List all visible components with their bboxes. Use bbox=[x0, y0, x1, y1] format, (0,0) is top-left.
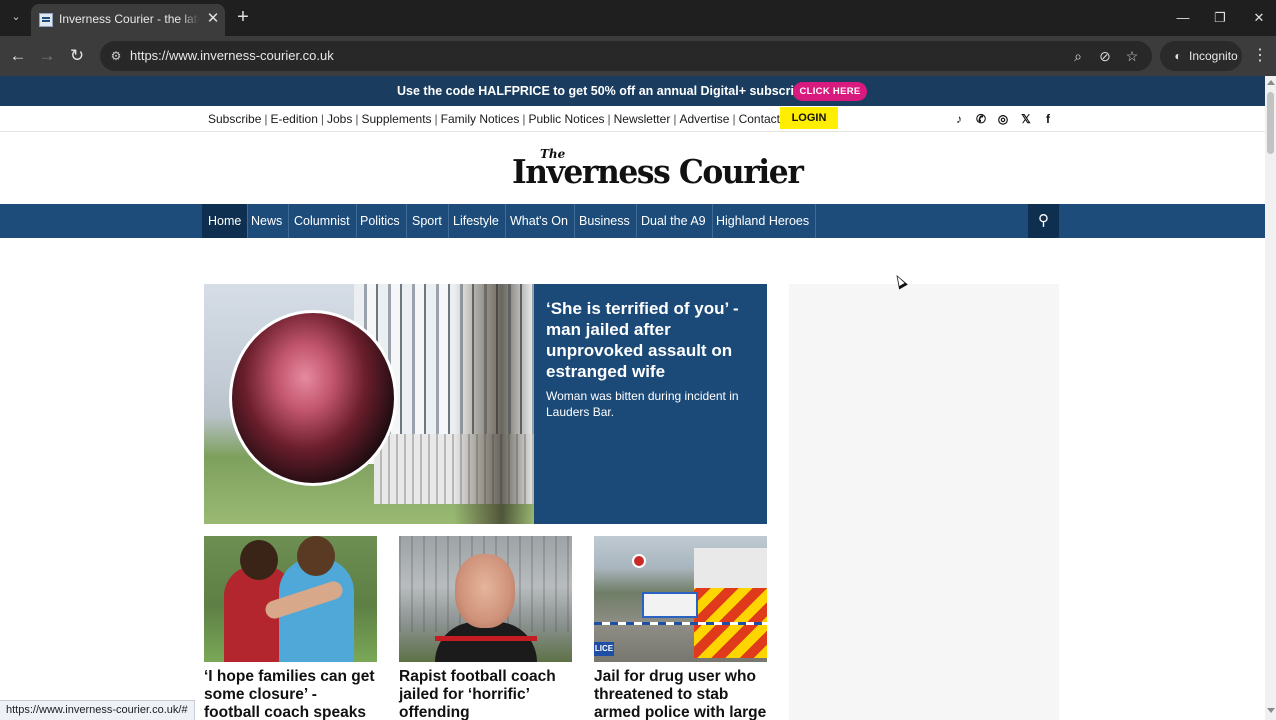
article-card-image[interactable]: LICE bbox=[594, 536, 767, 662]
article-card[interactable]: Rapist football coach jailed for ‘horrif… bbox=[399, 536, 572, 720]
hero-image[interactable] bbox=[204, 284, 534, 524]
browser-menu-icon[interactable]: ⋮ bbox=[1252, 45, 1268, 67]
util-separator: | bbox=[320, 112, 324, 126]
article-card[interactable]: ‘I hope families can get some closure’ -… bbox=[204, 536, 377, 720]
road-sign-graphic bbox=[632, 554, 646, 568]
nav-item-news[interactable]: News bbox=[245, 204, 290, 238]
page-viewport: Use the code HALFPRICE to get 50% off an… bbox=[0, 76, 1265, 720]
back-button[interactable]: ← bbox=[8, 45, 28, 67]
nav-item-business[interactable]: Business bbox=[573, 204, 637, 238]
nav-item-highland-heroes[interactable]: Highland Heroes bbox=[710, 204, 817, 238]
incognito-icon: ◐ bbox=[1174, 49, 1182, 63]
promo-text: Use the code HALFPRICE to get 50% off an… bbox=[397, 84, 825, 98]
util-link-subscribe[interactable]: Subscribe bbox=[208, 112, 261, 126]
tiktok-icon[interactable]: ♪ bbox=[952, 111, 966, 127]
util-separator: | bbox=[607, 112, 611, 126]
util-link-jobs[interactable]: Jobs bbox=[327, 112, 352, 126]
nav-item-politics[interactable]: Politics bbox=[354, 204, 407, 238]
nav-item-whats-on[interactable]: What's On bbox=[504, 204, 575, 238]
article-card-title[interactable]: Rapist football coach jailed for ‘horrif… bbox=[399, 668, 572, 720]
close-window-button[interactable]: ✕ bbox=[1249, 8, 1269, 28]
hero-article[interactable]: ‘She is terrified of you’ - man jailed a… bbox=[204, 284, 767, 524]
ambulance-top-graphic bbox=[694, 548, 767, 588]
head-graphic bbox=[240, 540, 278, 580]
incognito-label: Incognito bbox=[1189, 49, 1238, 63]
util-separator: | bbox=[732, 112, 736, 126]
facebook-icon[interactable]: f bbox=[1041, 111, 1055, 127]
util-link-supplements[interactable]: Supplements bbox=[361, 112, 431, 126]
scroll-down-arrow-icon[interactable] bbox=[1267, 708, 1275, 713]
whatsapp-icon[interactable]: ✆ bbox=[974, 111, 988, 127]
status-bar-url: https://www.inverness-courier.co.uk/# bbox=[0, 700, 195, 720]
hero-portrait bbox=[229, 310, 397, 486]
util-link-contact[interactable]: Contact bbox=[739, 112, 780, 126]
util-separator: | bbox=[522, 112, 526, 126]
page-scrollbar[interactable] bbox=[1265, 76, 1276, 720]
browser-tab-bar: ⌄ Inverness Courier - the latest N ✕ + —… bbox=[0, 0, 1276, 36]
site-logo[interactable]: Inverness Courier bbox=[512, 152, 804, 192]
minimize-button[interactable]: — bbox=[1173, 8, 1193, 28]
incognito-indicator[interactable]: ◐ Incognito bbox=[1160, 41, 1242, 71]
article-card-image[interactable] bbox=[204, 536, 377, 662]
util-link-e-edition[interactable]: E-edition bbox=[271, 112, 318, 126]
util-separator: | bbox=[355, 112, 359, 126]
nav-item-columnist[interactable]: Columnist bbox=[288, 204, 357, 238]
util-link-advertise[interactable]: Advertise bbox=[679, 112, 729, 126]
url-text[interactable]: https://www.inverness-courier.co.uk bbox=[130, 48, 334, 64]
search-icon[interactable]: ⚲ bbox=[1028, 204, 1059, 238]
util-link-newsletter[interactable]: Newsletter bbox=[614, 112, 671, 126]
x-icon[interactable]: 𝕏 bbox=[1019, 111, 1033, 127]
article-card-title[interactable]: Jail for drug user who threatened to sta… bbox=[594, 668, 767, 720]
article-card[interactable]: LICE Jail for drug user who threatened t… bbox=[594, 536, 767, 720]
stripe-graphic bbox=[435, 636, 537, 641]
tree-graphic bbox=[454, 284, 534, 524]
tracking-protection-icon[interactable]: ⊘ bbox=[1096, 47, 1114, 65]
scroll-up-arrow-icon[interactable] bbox=[1267, 80, 1275, 85]
tab-title: Inverness Courier - the latest N bbox=[59, 12, 199, 28]
tab-close-icon[interactable]: ✕ bbox=[205, 11, 221, 27]
util-separator: | bbox=[434, 112, 438, 126]
hero-standfirst: Woman was bitten during incident in Laud… bbox=[546, 389, 739, 419]
zoom-icon[interactable]: ⌕ bbox=[1069, 47, 1087, 65]
main-navigation: Home News Columnist Politics Sport Lifes… bbox=[0, 204, 1265, 238]
util-separator: | bbox=[673, 112, 677, 126]
nav-item-home[interactable]: Home bbox=[202, 204, 249, 238]
util-link-family-notices[interactable]: Family Notices bbox=[441, 112, 520, 126]
instagram-icon[interactable]: ◎ bbox=[996, 111, 1010, 127]
scrollbar-thumb[interactable] bbox=[1267, 92, 1274, 154]
sidebar-ad-slot bbox=[789, 284, 1059, 720]
police-tape-graphic bbox=[594, 622, 767, 625]
site-favicon-icon bbox=[39, 13, 53, 27]
forward-button[interactable]: → bbox=[37, 45, 57, 67]
article-card-title[interactable]: ‘I hope families can get some closure’ -… bbox=[204, 668, 377, 720]
promo-click-here-button[interactable]: CLICK HERE bbox=[793, 82, 867, 101]
head-graphic bbox=[455, 554, 515, 628]
article-card-image[interactable] bbox=[399, 536, 572, 662]
head-graphic bbox=[297, 536, 335, 576]
tab-list-button[interactable]: ⌄ bbox=[6, 7, 26, 27]
utility-links: Subscribe | E-edition | Jobs | Supplements | Fam… bbox=[208, 112, 780, 126]
restore-button[interactable]: ❐ bbox=[1210, 8, 1230, 28]
bookmark-star-icon[interactable]: ☆ bbox=[1123, 47, 1141, 65]
police-sign-text: LICE bbox=[594, 642, 614, 656]
util-separator: | bbox=[264, 112, 268, 126]
util-link-public-notices[interactable]: Public Notices bbox=[528, 112, 604, 126]
nav-item-sport[interactable]: Sport bbox=[406, 204, 449, 238]
new-tab-button[interactable]: + bbox=[234, 7, 252, 27]
reload-button[interactable]: ↻ bbox=[67, 45, 87, 67]
address-bar[interactable]: ⚙ https://www.inverness-courier.co.uk ⌕ … bbox=[100, 41, 1152, 71]
promo-bar: Use the code HALFPRICE to get 50% off an… bbox=[0, 76, 1265, 106]
masthead: The Inverness Courier bbox=[0, 132, 1265, 204]
utility-bar: Subscribe | E-edition | Jobs | Supplements | Fam… bbox=[0, 106, 1265, 132]
active-tab[interactable]: Inverness Courier - the latest N ✕ bbox=[31, 4, 225, 36]
police-car-graphic bbox=[642, 592, 698, 618]
nav-item-lifestyle[interactable]: Lifestyle bbox=[447, 204, 506, 238]
browser-toolbar: ← → ↻ ⚙ https://www.inverness-courier.co… bbox=[0, 36, 1276, 76]
hero-headline[interactable]: ‘She is terrified of you’ - man jailed a… bbox=[546, 298, 756, 382]
login-button[interactable]: LOGIN bbox=[780, 107, 838, 129]
site-info-icon[interactable]: ⚙ bbox=[108, 48, 124, 64]
nav-item-dual-the-a9[interactable]: Dual the A9 bbox=[635, 204, 713, 238]
